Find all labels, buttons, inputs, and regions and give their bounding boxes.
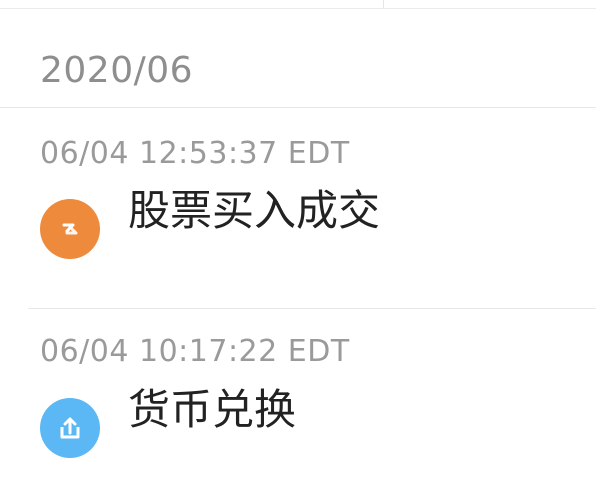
transaction-record[interactable]: 06/04 10:17:22 EDT 货币兑换 — [0, 309, 596, 483]
previous-row-remnant — [0, 0, 596, 9]
record-timestamp: 06/04 10:17:22 EDT — [40, 334, 350, 369]
transaction-history-screen: 2020/06 06/04 12:53:37 EDT 股票买入成交 06/04 … — [0, 0, 596, 483]
record-title: 股票买入成交 — [128, 186, 381, 235]
month-section-header: 2020/06 — [0, 9, 596, 107]
month-label: 2020/06 — [40, 50, 194, 91]
currency-exchange-icon — [40, 398, 100, 458]
record-timestamp: 06/04 12:53:37 EDT — [40, 136, 350, 171]
transaction-record[interactable]: 06/04 12:53:37 EDT 股票买入成交 — [0, 108, 596, 308]
stock-trade-icon — [40, 199, 100, 259]
previous-row-divider — [383, 0, 384, 8]
record-title: 货币兑换 — [128, 385, 297, 434]
